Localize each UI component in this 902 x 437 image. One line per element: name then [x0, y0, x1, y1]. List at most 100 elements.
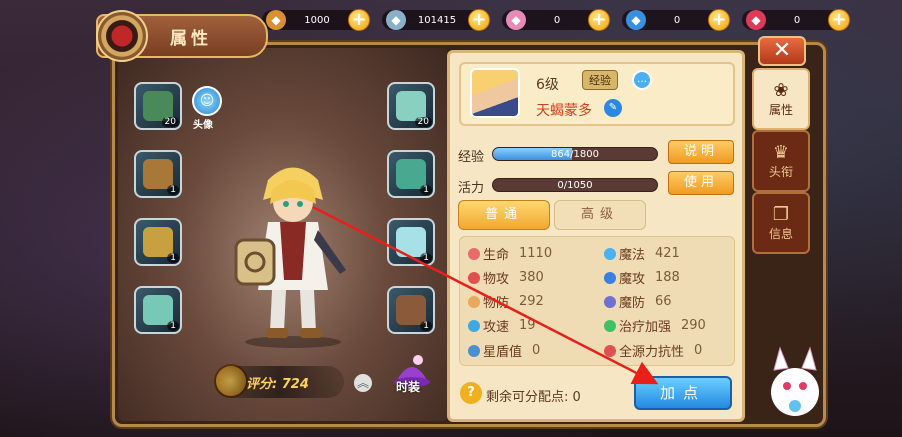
stat-icon [604, 295, 616, 308]
exp-info-button[interactable]: 说明 [668, 140, 734, 164]
currency-1: ◆ 101415 + [382, 9, 490, 31]
vitality-bar-text: 0/1050 [557, 180, 593, 191]
tab-normal[interactable]: 普通 [458, 200, 550, 230]
side-tab-label: 属性 [768, 102, 793, 117]
add-point-button[interactable]: 加点 [634, 376, 732, 410]
avatar-button[interactable]: ☺ [192, 86, 222, 116]
stat-row: 物防 292 [468, 292, 544, 311]
info-book-icon: ❐ [772, 203, 790, 225]
item-count: 1 [167, 321, 179, 331]
vitality-bar: 0/1050 [492, 178, 658, 192]
item-count: 1 [167, 185, 179, 195]
question-icon: ? [467, 385, 475, 400]
stat-name: 生命 [483, 248, 510, 263]
side-tab-label: 头衔 [768, 164, 793, 179]
add-currency-button[interactable]: + [708, 9, 730, 31]
currency-value: 0 [673, 14, 681, 26]
stat-value: 66 [655, 294, 672, 309]
remaining-points: 剩余可分配点: 0 [486, 390, 581, 405]
stat-icon [604, 247, 616, 260]
item-count: 1 [167, 253, 179, 263]
hero-character [234, 167, 346, 348]
vitality-label: 活力 [458, 181, 485, 196]
side-tab-0[interactable]: ❀ 属性 [752, 68, 810, 130]
attribute-icon: ❀ [773, 79, 789, 101]
add-currency-button[interactable]: + [588, 9, 610, 31]
side-tab-label: 信息 [768, 226, 793, 241]
emerald-ring-icon [143, 159, 173, 189]
score-up-button[interactable]: ︽ [354, 374, 372, 392]
stat-row: 魔法 421 [604, 244, 680, 263]
right-equipment-slot-1[interactable]: 1 [387, 150, 435, 198]
left-equipment-slot-2[interactable]: 1 [134, 218, 182, 266]
currency-value: 1000 [304, 14, 330, 26]
stat-name: 魔攻 [619, 272, 646, 287]
hero-portrait[interactable] [470, 68, 520, 118]
boots-icon [396, 295, 426, 325]
right-equipment-slot-3[interactable]: 1 [387, 286, 435, 334]
stat-icon [604, 344, 616, 357]
emblem-icon [96, 10, 148, 62]
fashion-label: 时装 [396, 380, 421, 394]
right-equipment-slot-2[interactable]: 1 [387, 218, 435, 266]
silver-coin-icon: ◆ [386, 10, 406, 30]
close-icon: ✕ [772, 38, 792, 63]
stat-icon [468, 344, 480, 357]
stat-name: 魔法 [619, 248, 646, 263]
stat-name: 物防 [483, 296, 510, 311]
stat-row: 物攻 380 [468, 268, 544, 287]
pencil-icon: ✎ [608, 102, 618, 113]
stat-icon [604, 271, 616, 284]
level-text: 6级 [536, 77, 559, 93]
item-count: 1 [420, 253, 432, 263]
blue-gem-icon: ◆ [626, 10, 646, 30]
left-equipment-slot-0[interactable]: 20 [134, 82, 182, 130]
currency-4: ◆ 0 + [742, 9, 850, 31]
stat-value: 421 [655, 246, 680, 261]
add-currency-button[interactable]: + [828, 9, 850, 31]
score-label: 评分: 724 [246, 376, 309, 392]
stat-icon [468, 295, 480, 308]
tab-advanced[interactable]: 高级 [554, 200, 646, 230]
currency-0: ◆ 1000 + [262, 9, 370, 31]
exp-bar: 864/1800 [492, 147, 658, 161]
item-count: 1 [420, 321, 432, 331]
stat-value: 0 [694, 343, 703, 358]
stat-name: 全源力抗性 [619, 345, 685, 360]
exp-badge[interactable]: 经验 [582, 70, 618, 90]
red-gem-icon: ◆ [746, 10, 766, 30]
stat-row: 星盾值 0 [468, 341, 540, 360]
exp-label: 经验 [458, 150, 485, 165]
chat-button[interactable]: … [632, 70, 652, 90]
currency-value: 0 [793, 14, 801, 26]
stat-name: 攻速 [483, 320, 510, 335]
stat-icon [604, 319, 616, 332]
chat-icon: … [637, 74, 647, 85]
currency-2: ◆ 0 + [502, 9, 610, 31]
currency-value: 0 [553, 14, 561, 26]
add-currency-button[interactable]: + [348, 9, 370, 31]
item-count: 20 [161, 117, 179, 127]
right-equipment-slot-0[interactable]: 20 [387, 82, 435, 130]
stat-value: 380 [519, 270, 544, 285]
help-button[interactable]: ? [460, 382, 482, 404]
copper-coin-icon: ◆ [266, 10, 286, 30]
side-tab-2[interactable]: ❐ 信息 [752, 192, 810, 254]
rename-button[interactable]: ✎ [604, 99, 622, 117]
stat-icon [468, 247, 480, 260]
stat-value: 0 [532, 343, 541, 358]
exp-bar-text: 864/1800 [551, 149, 599, 160]
avatar-label: 头像 [193, 120, 213, 131]
vitality-use-button[interactable]: 使用 [668, 171, 734, 195]
stat-icon [468, 319, 480, 332]
pants-icon [396, 227, 426, 257]
left-equipment-slot-1[interactable]: 1 [134, 150, 182, 198]
left-equipment-slot-3[interactable]: 1 [134, 286, 182, 334]
score-display: 评分: 724 [214, 366, 344, 398]
stat-row: 魔攻 188 [604, 268, 680, 287]
side-tab-1[interactable]: ♛ 头衔 [752, 130, 810, 192]
add-currency-button[interactable]: + [468, 9, 490, 31]
title-icon: ♛ [772, 141, 790, 163]
moon-amulet-icon [143, 227, 173, 257]
stat-row: 全源力抗性 0 [604, 341, 702, 360]
